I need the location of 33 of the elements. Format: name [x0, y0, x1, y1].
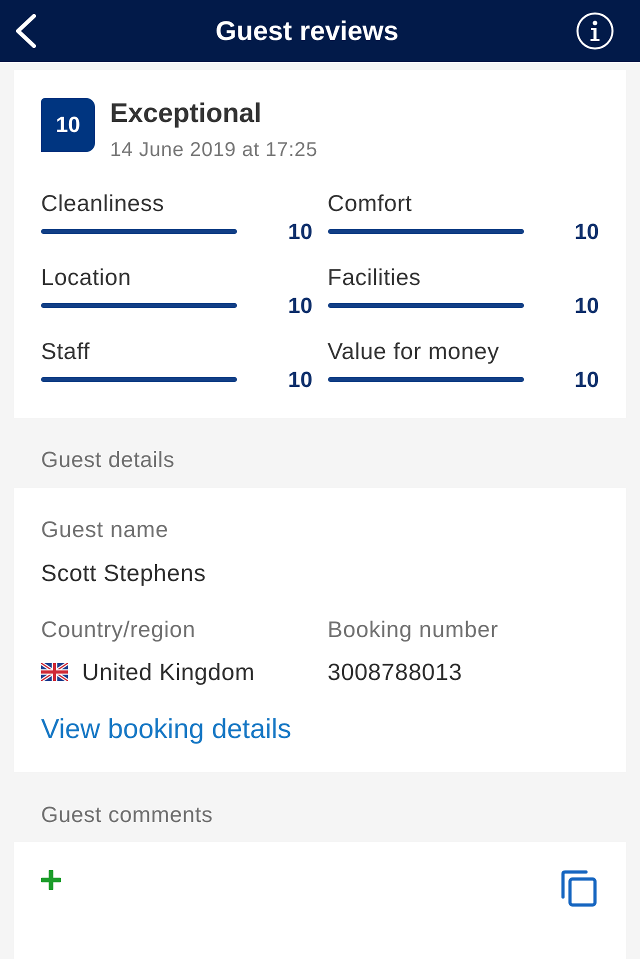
- rating-label: Staff: [41, 338, 90, 364]
- info-button[interactable]: [576, 12, 614, 50]
- score-badge: 10: [41, 98, 95, 152]
- rating-label: Value for money: [328, 338, 500, 364]
- field-label: Country/region: [41, 617, 196, 643]
- guest-name: Scott Stephens: [41, 560, 206, 586]
- rating-score: 10: [574, 293, 599, 319]
- rating-label: Location: [41, 264, 132, 290]
- copy-button[interactable]: [561, 870, 597, 907]
- back-button[interactable]: [14, 14, 38, 48]
- page-title: Guest reviews: [215, 15, 399, 47]
- country-value: United Kingdom: [82, 659, 255, 685]
- section-heading: Guest details: [41, 447, 175, 472]
- rating-score: 10: [288, 367, 312, 393]
- plus-icon: [41, 870, 61, 890]
- info-icon: [576, 12, 614, 50]
- rating-label: Comfort: [328, 190, 412, 216]
- rating-score: 10: [288, 219, 312, 245]
- rating-score: 10: [574, 367, 599, 393]
- review-verdict: Exceptional: [110, 98, 263, 128]
- flag-icon: [41, 663, 68, 681]
- rating-score: 10: [574, 219, 599, 245]
- rating-label: Cleanliness: [41, 190, 164, 216]
- copy-icon: [561, 870, 597, 907]
- booking-number: 3008788013: [328, 659, 462, 685]
- field-label: Booking number: [328, 617, 498, 643]
- review-date: 14 June 2019 at 17:25: [110, 138, 318, 162]
- view-booking-link[interactable]: View booking details: [41, 713, 292, 745]
- rating-score: 10: [288, 293, 312, 319]
- rating-label: Facilities: [328, 264, 421, 290]
- back-icon: [14, 14, 38, 48]
- field-label: Guest name: [41, 517, 169, 543]
- section-heading: Guest comments: [41, 802, 213, 827]
